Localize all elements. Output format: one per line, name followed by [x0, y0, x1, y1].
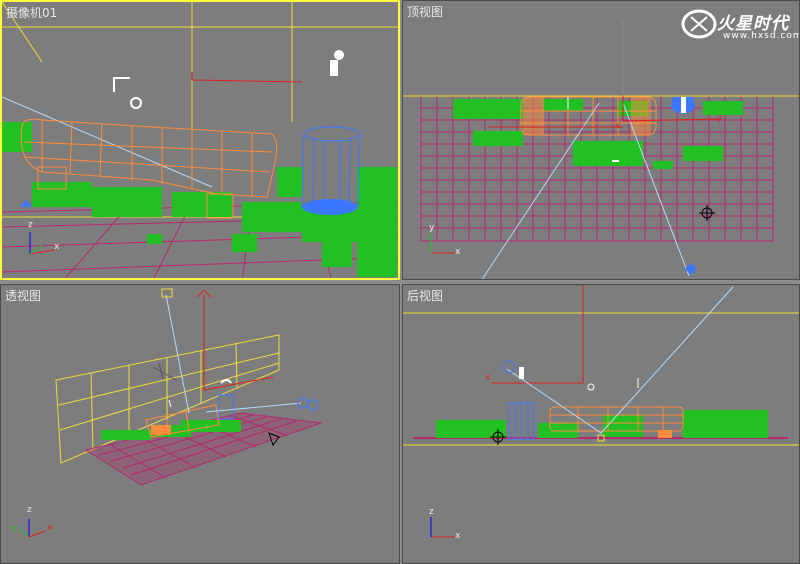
- axis-label-z: z: [28, 220, 33, 230]
- gizmo-y-label: y: [717, 113, 723, 123]
- axis-label-x: x: [54, 242, 60, 252]
- camera-view-scene: [2, 2, 398, 278]
- axis-label-x: x: [47, 523, 53, 533]
- hxsd-watermark: 火星时代 www.hxsd.com: [681, 7, 799, 47]
- viewport-label-back[interactable]: 后视图: [407, 287, 443, 304]
- viewport-perspective[interactable]: 透视图 z x y: [0, 284, 400, 564]
- axis-label-z: z: [27, 505, 32, 515]
- back-view-scene: [403, 285, 799, 538]
- gizmo-x-label: x: [485, 373, 491, 383]
- brand-site: www.hxsd.com: [723, 31, 800, 41]
- axis-label-y: y: [12, 523, 18, 533]
- perspective-view-scene: [18, 288, 322, 538]
- axis-label-x: x: [455, 531, 461, 541]
- viewport-label-camera[interactable]: 摄像机01: [6, 4, 57, 21]
- viewport-label-top[interactable]: 顶视图: [407, 3, 443, 20]
- gizmo-x-label: x: [615, 121, 621, 131]
- axis-label-x: x: [455, 247, 461, 257]
- viewport-top[interactable]: 顶视图 x y y x 火星时代 www.hxsd.com: [402, 0, 800, 280]
- viewport-label-perspective[interactable]: 透视图: [5, 287, 41, 304]
- axis-label-z: z: [429, 507, 434, 517]
- axis-label-y: y: [429, 223, 435, 233]
- viewport-back[interactable]: 后视图 x z x: [402, 284, 800, 564]
- brand-logo-icon: [681, 9, 717, 39]
- viewport-camera[interactable]: 摄像机01 z x: [0, 0, 400, 280]
